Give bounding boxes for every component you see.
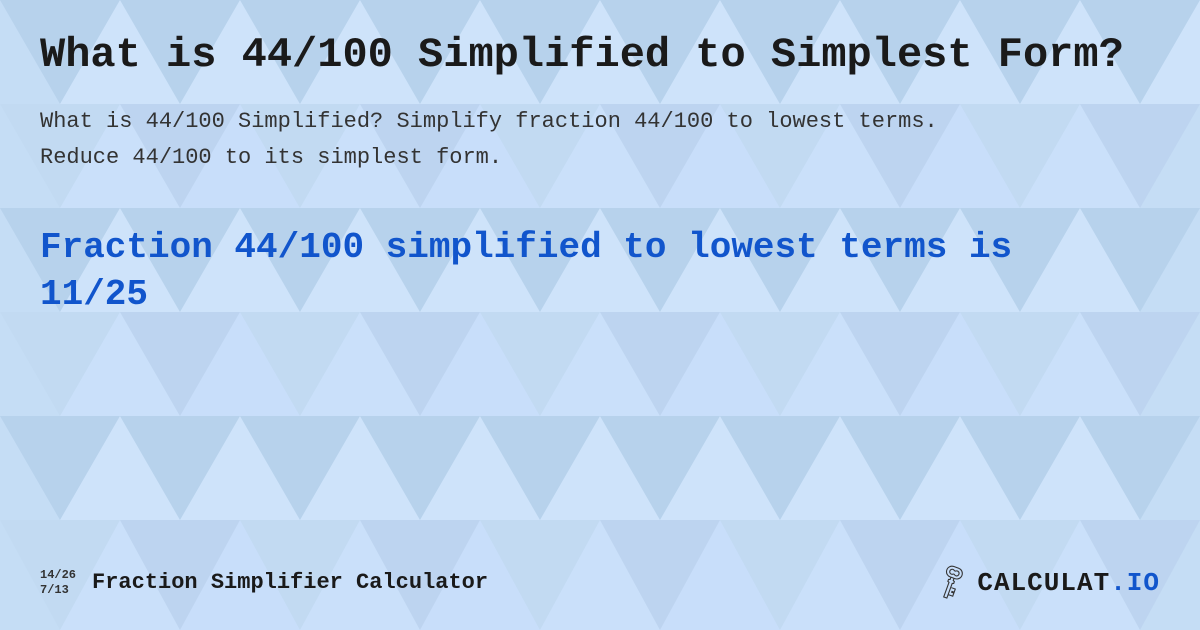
result-section: Fraction 44/100 simplified to lowest ter…	[40, 225, 1160, 319]
key-icon: 🗝	[927, 558, 975, 606]
logo-text: CALCULAT.IO	[977, 568, 1160, 598]
logo-dot-io: .IO	[1110, 568, 1160, 598]
page-title: What is 44/100 Simplified to Simplest Fo…	[40, 30, 1140, 80]
footer-site-title: Fraction Simplifier Calculator	[92, 570, 488, 595]
page-description: What is 44/100 Simplified? Simplify frac…	[40, 104, 940, 174]
result-text: Fraction 44/100 simplified to lowest ter…	[40, 225, 1090, 319]
footer-fractions: 14/26 7/13	[40, 568, 76, 597]
footer: 14/26 7/13 Fraction Simplifier Calculato…	[40, 565, 1160, 610]
footer-fraction-2: 7/13	[40, 583, 76, 597]
footer-logo: 🗝 CALCULAT.IO	[934, 565, 1160, 600]
footer-fraction-1: 14/26	[40, 568, 76, 582]
main-content: What is 44/100 Simplified to Simplest Fo…	[0, 0, 1200, 630]
